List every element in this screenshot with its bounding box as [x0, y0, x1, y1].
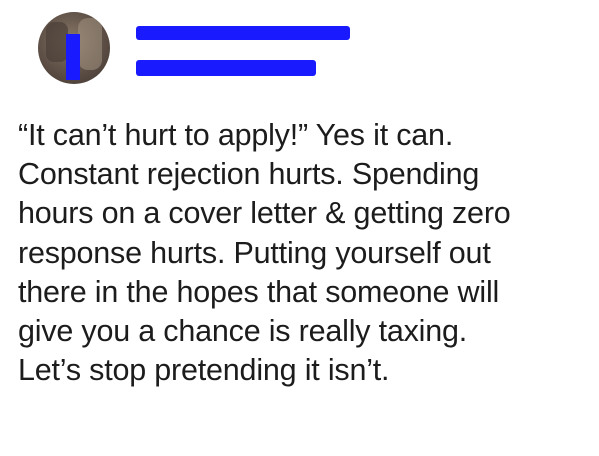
tweet-text-line: give you a chance is really taxing. [18, 314, 468, 349]
tweet-text-line: Let’s stop pretending it isn’t. [18, 353, 390, 388]
display-name-redacted[interactable] [136, 26, 350, 40]
tweet-text-line: “It can’t hurt to apply!” Yes it can. [18, 118, 454, 152]
tweet-card: “It can’t hurt to apply!” Yes it can. Co… [0, 0, 599, 456]
avatar-photo-detail [46, 22, 68, 62]
tweet-header [38, 12, 458, 92]
avatar[interactable] [38, 12, 110, 84]
tweet-text-line: Constant rejection hurts. Spending [18, 157, 480, 192]
avatar-redaction-bar [66, 34, 80, 80]
tweet-text-line: hours on a cover letter & getting zero [18, 196, 511, 231]
tweet-text: “It can’t hurt to apply!” Yes it can. Co… [18, 116, 578, 390]
avatar-photo-detail [78, 18, 102, 70]
tweet-text-line: response hurts. Putting yourself out [18, 235, 491, 270]
username-handle-redacted[interactable] [136, 60, 316, 76]
tweet-text-line: there in the hopes that someone will [18, 274, 500, 309]
